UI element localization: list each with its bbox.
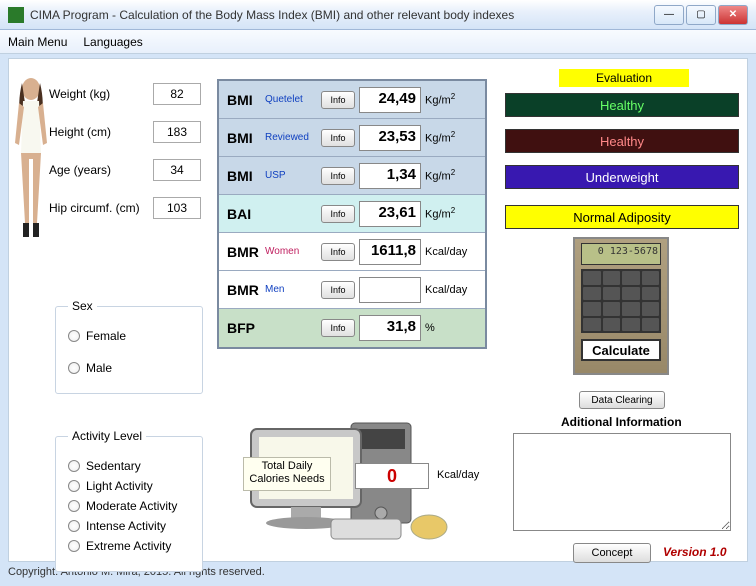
radio-male[interactable] bbox=[68, 362, 80, 374]
act-opt-2: Moderate Activity bbox=[86, 499, 177, 513]
radio-moderate[interactable] bbox=[68, 500, 80, 512]
radio-extreme[interactable] bbox=[68, 540, 80, 552]
info-bmi-u[interactable]: Info bbox=[321, 167, 355, 185]
eval-bmi-reviewed: Healthy bbox=[505, 129, 739, 153]
female-label: Female bbox=[86, 329, 126, 343]
bmi-u-value: 1,34 bbox=[359, 163, 421, 189]
bmi-q-label: BMI bbox=[227, 92, 261, 108]
info-bfp[interactable]: Info bbox=[321, 319, 355, 337]
info-bai[interactable]: Info bbox=[321, 205, 355, 223]
row-bmr-women: BMR Women Info 1611,8 Kcal/day bbox=[219, 233, 485, 271]
version-label: Version 1.0 bbox=[663, 545, 727, 559]
concept-button[interactable]: Concept bbox=[573, 543, 651, 563]
weight-input[interactable] bbox=[153, 83, 201, 105]
hip-input[interactable] bbox=[153, 197, 201, 219]
height-label: Height (cm) bbox=[49, 125, 153, 139]
row-bai: BAI Info 23,61 Kg/m2 bbox=[219, 195, 485, 233]
menubar: Main Menu Languages bbox=[0, 30, 756, 54]
row-bmr-men: BMR Men Info Kcal/day bbox=[219, 271, 485, 309]
eval-bai: Normal Adiposity bbox=[505, 205, 739, 229]
hip-label: Hip circumf. (cm) bbox=[49, 201, 153, 215]
row-bmi-usp: BMI USP Info 1,34 Kg/m2 bbox=[219, 157, 485, 195]
act-opt-3: Intense Activity bbox=[86, 519, 166, 533]
info-bmi-q[interactable]: Info bbox=[321, 91, 355, 109]
eval-bmi-usp: Underweight bbox=[505, 165, 739, 189]
bmr-m-unit: Kcal/day bbox=[425, 284, 469, 296]
bfp-label: BFP bbox=[227, 320, 261, 336]
bmi-q-unit: Kg/m2 bbox=[425, 92, 469, 107]
bai-value: 23,61 bbox=[359, 201, 421, 227]
bai-unit: Kg/m2 bbox=[425, 206, 469, 221]
activity-fieldset: Activity Level Sedentary Light Activity … bbox=[55, 429, 203, 572]
male-label: Male bbox=[86, 361, 112, 375]
window-title: CIMA Program - Calculation of the Body M… bbox=[30, 8, 654, 22]
bmr-w-sub: Women bbox=[265, 246, 317, 257]
total-calories-label: Total Daily Calories Needs bbox=[243, 457, 331, 491]
radio-intense[interactable] bbox=[68, 520, 80, 532]
act-opt-1: Light Activity bbox=[86, 479, 153, 493]
woman-illustration bbox=[11, 73, 51, 263]
minimize-button[interactable]: — bbox=[654, 5, 684, 25]
input-panel: Weight (kg) Height (cm) Age (years) Hip … bbox=[49, 83, 201, 235]
activity-legend: Activity Level bbox=[68, 429, 146, 443]
bai-label: BAI bbox=[227, 206, 261, 222]
app-icon bbox=[8, 7, 24, 23]
weight-label: Weight (kg) bbox=[49, 87, 153, 101]
eval-bmi-quetelet: Healthy bbox=[505, 93, 739, 117]
age-input[interactable] bbox=[153, 159, 201, 181]
bmi-r-sub: Reviewed bbox=[265, 132, 317, 143]
bmr-w-value: 1611,8 bbox=[359, 239, 421, 265]
menu-main[interactable]: Main Menu bbox=[8, 35, 67, 49]
data-clearing-button[interactable]: Data Clearing bbox=[579, 391, 665, 409]
close-button[interactable]: ✕ bbox=[718, 5, 748, 25]
bmi-u-unit: Kg/m2 bbox=[425, 168, 469, 183]
additional-info-label: Aditional Information bbox=[561, 415, 682, 429]
bmr-m-sub: Men bbox=[265, 284, 317, 295]
bmr-m-value bbox=[359, 277, 421, 303]
menu-languages[interactable]: Languages bbox=[83, 35, 142, 49]
age-label: Age (years) bbox=[49, 163, 153, 177]
calculator-keys-icon bbox=[581, 269, 661, 333]
bfp-value: 31,8 bbox=[359, 315, 421, 341]
sex-legend: Sex bbox=[68, 299, 97, 313]
bmi-u-label: BMI bbox=[227, 168, 261, 184]
radio-female[interactable] bbox=[68, 330, 80, 342]
evaluation-header: Evaluation bbox=[559, 69, 689, 87]
calculate-button[interactable]: Calculate bbox=[581, 339, 661, 361]
row-bmi-quetelet: BMI Quetelet Info 24,49 Kg/m2 bbox=[219, 81, 485, 119]
bmr-w-label: BMR bbox=[227, 244, 261, 260]
titlebar: CIMA Program - Calculation of the Body M… bbox=[0, 0, 756, 30]
calculator-display: 0 123-5678 bbox=[581, 243, 661, 265]
bmi-q-value: 24,49 bbox=[359, 87, 421, 113]
bmi-r-label: BMI bbox=[227, 130, 261, 146]
bmi-q-sub: Quetelet bbox=[265, 94, 317, 105]
results-panel: BMI Quetelet Info 24,49 Kg/m2 BMI Review… bbox=[217, 79, 487, 349]
info-bmr-w[interactable]: Info bbox=[321, 243, 355, 261]
row-bfp: BFP Info 31,8 % bbox=[219, 309, 485, 347]
row-bmi-reviewed: BMI Reviewed Info 23,53 Kg/m2 bbox=[219, 119, 485, 157]
act-opt-4: Extreme Activity bbox=[86, 539, 171, 553]
radio-light[interactable] bbox=[68, 480, 80, 492]
info-bmr-m[interactable]: Info bbox=[321, 281, 355, 299]
total-calories-unit: Kcal/day bbox=[437, 469, 479, 481]
info-bmi-r[interactable]: Info bbox=[321, 129, 355, 147]
radio-sedentary[interactable] bbox=[68, 460, 80, 472]
total-calories-value: 0 bbox=[355, 463, 429, 489]
bmr-w-unit: Kcal/day bbox=[425, 246, 469, 258]
bmi-u-sub: USP bbox=[265, 170, 317, 181]
bmr-m-label: BMR bbox=[227, 282, 261, 298]
sex-fieldset: Sex Female Male bbox=[55, 299, 203, 394]
act-opt-0: Sedentary bbox=[86, 459, 141, 473]
additional-info-textarea[interactable] bbox=[513, 433, 731, 531]
height-input[interactable] bbox=[153, 121, 201, 143]
bmi-r-value: 23,53 bbox=[359, 125, 421, 151]
content-area: Weight (kg) Height (cm) Age (years) Hip … bbox=[8, 58, 748, 562]
maximize-button[interactable]: ▢ bbox=[686, 5, 716, 25]
calculator-widget: 0 123-5678 Calculate bbox=[573, 237, 669, 375]
bmi-r-unit: Kg/m2 bbox=[425, 130, 469, 145]
bfp-unit: % bbox=[425, 322, 469, 334]
